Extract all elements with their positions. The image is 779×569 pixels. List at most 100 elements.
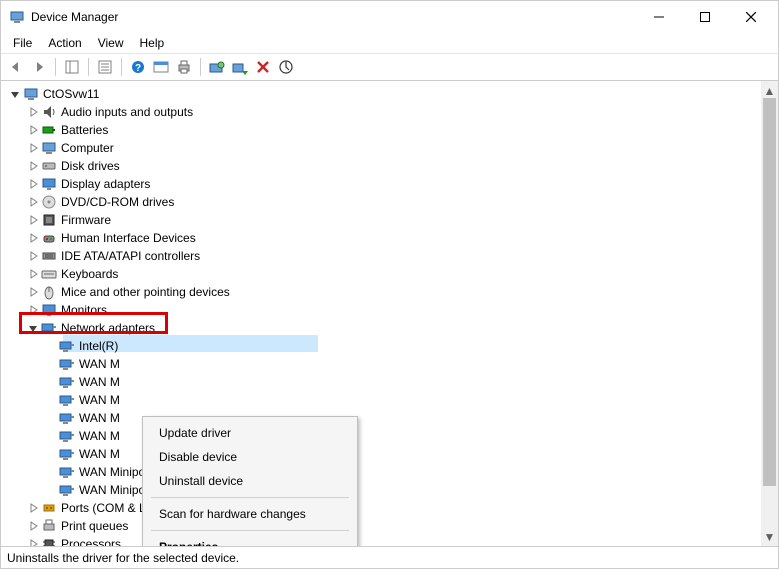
network-icon bbox=[59, 428, 75, 444]
tree-category-14[interactable]: Print queues bbox=[7, 517, 761, 535]
cm-uninstall-device[interactable]: Uninstall device bbox=[143, 469, 357, 493]
help-button[interactable]: ? bbox=[127, 56, 149, 78]
menu-file[interactable]: File bbox=[5, 34, 40, 52]
scrollbar-track[interactable] bbox=[761, 98, 778, 529]
scroll-down-arrow-icon[interactable]: ▼ bbox=[762, 529, 777, 544]
chevron-right-icon[interactable] bbox=[25, 122, 41, 138]
svg-text:?: ? bbox=[135, 63, 141, 74]
chevron-right-icon[interactable] bbox=[25, 536, 41, 546]
chevron-down-icon[interactable] bbox=[7, 86, 23, 102]
scrollbar-thumb[interactable] bbox=[763, 98, 776, 486]
network-icon bbox=[59, 374, 75, 390]
chevron-right-icon[interactable] bbox=[25, 266, 41, 282]
chevron-right-icon[interactable] bbox=[25, 104, 41, 120]
tree-label: DVD/CD-ROM drives bbox=[61, 193, 178, 211]
tree-device-4[interactable]: WAN M bbox=[7, 409, 761, 427]
minimize-button[interactable] bbox=[636, 1, 682, 33]
tree-label: Audio inputs and outputs bbox=[61, 103, 197, 121]
tree-category-3[interactable]: Disk drives bbox=[7, 157, 761, 175]
disk-icon bbox=[41, 158, 57, 174]
action-pane-button[interactable] bbox=[150, 56, 172, 78]
dvd-icon bbox=[41, 194, 57, 210]
tree-device-6[interactable]: WAN M bbox=[7, 445, 761, 463]
window: Device Manager File Action View Help ? bbox=[0, 0, 779, 569]
tree-category-4[interactable]: Display adapters bbox=[7, 175, 761, 193]
tree-device-5[interactable]: WAN M bbox=[7, 427, 761, 445]
tree-category-9[interactable]: Keyboards bbox=[7, 265, 761, 283]
display-icon bbox=[41, 176, 57, 192]
chevron-down-icon[interactable] bbox=[25, 320, 41, 336]
hid-icon bbox=[41, 230, 57, 246]
network-icon bbox=[59, 392, 75, 408]
tree-category-11[interactable]: Monitors bbox=[7, 301, 761, 319]
status-text: Uninstalls the driver for the selected d… bbox=[7, 551, 239, 565]
disable-device-button[interactable] bbox=[229, 56, 251, 78]
tree-category-5[interactable]: DVD/CD-ROM drives bbox=[7, 193, 761, 211]
firmware-icon bbox=[41, 212, 57, 228]
cm-disable-device[interactable]: Disable device bbox=[143, 445, 357, 469]
tree-label: Network adapters bbox=[61, 319, 159, 337]
chevron-right-icon[interactable] bbox=[25, 500, 41, 516]
keyboard-icon bbox=[41, 266, 57, 282]
tree-category-6[interactable]: Firmware bbox=[7, 211, 761, 229]
menubar: File Action View Help bbox=[1, 33, 778, 54]
device-tree[interactable]: CtOSvw11Audio inputs and outputsBatterie… bbox=[1, 81, 761, 546]
titlebar: Device Manager bbox=[1, 1, 778, 33]
tree-category-7[interactable]: Human Interface Devices bbox=[7, 229, 761, 247]
menu-action[interactable]: Action bbox=[40, 34, 89, 52]
scan-hardware-button[interactable] bbox=[275, 56, 297, 78]
menu-help[interactable]: Help bbox=[132, 34, 173, 52]
network-icon bbox=[59, 410, 75, 426]
tree-root[interactable]: CtOSvw11 bbox=[7, 85, 761, 103]
properties-button[interactable] bbox=[94, 56, 116, 78]
chevron-right-icon[interactable] bbox=[25, 518, 41, 534]
battery-icon bbox=[41, 122, 57, 138]
chevron-right-icon[interactable] bbox=[25, 230, 41, 246]
show-hide-console-tree-button[interactable] bbox=[61, 56, 83, 78]
chevron-right-icon[interactable] bbox=[25, 302, 41, 318]
uninstall-device-button[interactable] bbox=[252, 56, 274, 78]
chevron-right-icon[interactable] bbox=[25, 158, 41, 174]
tree-label: WAN M bbox=[79, 373, 124, 391]
tree-category-13[interactable]: Ports (COM & LPT) bbox=[7, 499, 761, 517]
vertical-scrollbar[interactable]: ▲ ▼ bbox=[761, 81, 778, 546]
monitor-icon bbox=[41, 302, 57, 318]
cm-scan-hardware[interactable]: Scan for hardware changes bbox=[143, 502, 357, 526]
tree-label: CtOSvw11 bbox=[43, 85, 103, 103]
chevron-right-icon[interactable] bbox=[25, 248, 41, 264]
tree-device-0[interactable]: Intel(R) bbox=[7, 337, 761, 355]
network-icon bbox=[59, 356, 75, 372]
tree-device-3[interactable]: WAN M bbox=[7, 391, 761, 409]
window-controls bbox=[636, 1, 774, 33]
tree-device-1[interactable]: WAN M bbox=[7, 355, 761, 373]
window-title: Device Manager bbox=[31, 10, 636, 24]
tree-device-7[interactable]: WAN Miniport (PPTP) bbox=[7, 463, 761, 481]
tree-category-2[interactable]: Computer bbox=[7, 139, 761, 157]
tree-label: Monitors bbox=[61, 301, 111, 319]
tree-category-15[interactable]: Processors bbox=[7, 535, 761, 546]
tree-category-1[interactable]: Batteries bbox=[7, 121, 761, 139]
forward-button[interactable] bbox=[28, 56, 50, 78]
maximize-button[interactable] bbox=[682, 1, 728, 33]
chevron-right-icon[interactable] bbox=[25, 176, 41, 192]
chevron-right-icon[interactable] bbox=[25, 194, 41, 210]
tree-category-0[interactable]: Audio inputs and outputs bbox=[7, 103, 761, 121]
tree-device-2[interactable]: WAN M bbox=[7, 373, 761, 391]
back-button[interactable] bbox=[5, 56, 27, 78]
print-button[interactable] bbox=[173, 56, 195, 78]
tree-label: Intel(R) bbox=[79, 337, 122, 355]
close-button[interactable] bbox=[728, 1, 774, 33]
chevron-right-icon[interactable] bbox=[25, 284, 41, 300]
cm-update-driver[interactable]: Update driver bbox=[143, 421, 357, 445]
menu-view[interactable]: View bbox=[90, 34, 132, 52]
tree-device-8[interactable]: WAN Miniport (SSTP) bbox=[7, 481, 761, 499]
scroll-up-arrow-icon[interactable]: ▲ bbox=[762, 83, 777, 98]
cm-properties[interactable]: Properties bbox=[143, 535, 357, 546]
chevron-right-icon[interactable] bbox=[25, 212, 41, 228]
chevron-right-icon[interactable] bbox=[25, 140, 41, 156]
device-manager-icon bbox=[9, 9, 25, 25]
tree-category-10[interactable]: Mice and other pointing devices bbox=[7, 283, 761, 301]
tree-category-8[interactable]: IDE ATA/ATAPI controllers bbox=[7, 247, 761, 265]
update-driver-button[interactable] bbox=[206, 56, 228, 78]
tree-category-network-adapters[interactable]: Network adapters bbox=[7, 319, 761, 337]
